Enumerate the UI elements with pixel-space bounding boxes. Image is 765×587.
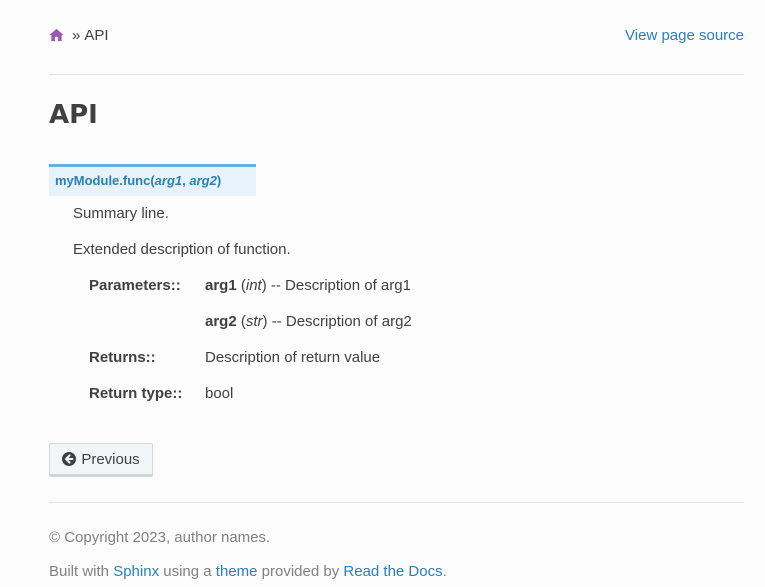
built-with: Built with Sphinx using a theme provided… (49, 563, 447, 580)
signature-close: ) (216, 173, 222, 188)
previous-label: Previous (81, 450, 140, 468)
param-paren: ( (236, 277, 246, 294)
breadcrumb-separator: » (72, 26, 81, 44)
signature-name: myModule.func( (55, 173, 155, 188)
param-arg2: arg2 (str) -- Description of arg2 (205, 313, 412, 330)
breadcrumb: » API View page source (49, 24, 744, 46)
copyright: © Copyright 2023, author names. (49, 529, 271, 546)
home-icon[interactable] (49, 28, 64, 42)
read-the-docs-link[interactable]: Read the Docs (343, 563, 442, 580)
param-name: arg1 (205, 277, 237, 294)
param-name: arg2 (205, 313, 237, 330)
param-paren: ( (236, 313, 246, 330)
parameters-label: Parameters:: (89, 277, 181, 294)
signature-arg2: arg2 (189, 173, 217, 188)
page: » API View page source API myModule.func… (0, 0, 765, 587)
sphinx-link[interactable]: Sphinx (113, 563, 159, 580)
built-text: . (442, 563, 447, 580)
page-title: API (49, 100, 98, 130)
param-type: str (245, 313, 263, 330)
summary-line: Summary line. (73, 205, 169, 222)
param-desc: -- Description of arg1 (266, 277, 411, 294)
theme-link[interactable]: theme (216, 563, 258, 580)
view-page-source-link[interactable]: View page source (625, 27, 744, 44)
param-arg1: arg1 (int) -- Description of arg1 (205, 277, 411, 294)
function-signature[interactable]: myModule.func(arg1, arg2) (49, 164, 256, 196)
signature-arg1: arg1 (154, 173, 183, 188)
divider-top (49, 74, 744, 75)
returns-value: Description of return value (205, 349, 381, 366)
previous-button[interactable]: Previous (49, 443, 153, 477)
extended-description: Extended description of function. (73, 241, 291, 258)
return-type-label: Return type:: (89, 385, 183, 402)
built-prefix: Built with (49, 563, 114, 580)
returns-label: Returns:: (89, 349, 156, 366)
built-text: provided by (257, 563, 344, 580)
divider-footer (49, 502, 744, 503)
param-type: int (245, 277, 262, 294)
return-type-value: bool (205, 385, 234, 402)
param-desc: -- Description of arg2 (267, 313, 412, 330)
built-text: using a (159, 563, 216, 580)
breadcrumb-current: API (84, 26, 109, 44)
circle-arrow-left-icon (62, 452, 77, 466)
